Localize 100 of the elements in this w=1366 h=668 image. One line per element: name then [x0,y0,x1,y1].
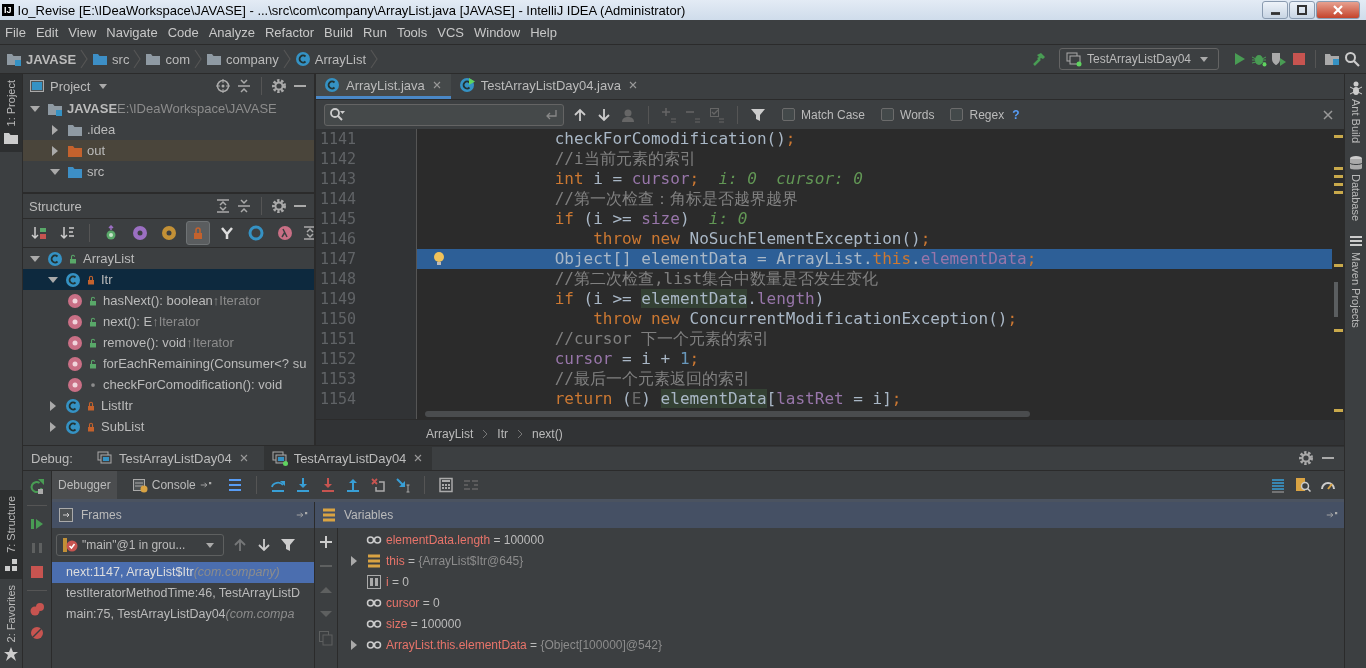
breadcrumb[interactable]: src [92,51,130,67]
find-icon[interactable] [1295,477,1311,493]
stack-frame[interactable]: testIteratorMethodTime:46, TestArrayListD [52,583,314,604]
run-configuration-dropdown[interactable]: TestArrayListDay04 [1058,48,1219,70]
breadcrumb[interactable]: ArrayList [426,426,474,441]
settings-icon[interactable] [271,78,287,94]
panel-title[interactable]: Project [50,78,91,94]
expand-all-icon[interactable] [302,225,314,241]
editor-tab[interactable]: TestArrayListDay04.java [450,74,647,99]
settings-icon[interactable] [271,198,287,214]
debug-session-tab[interactable]: TestArrayListDay04 [263,446,433,470]
expand-all-icon[interactable] [215,198,231,214]
tree-item[interactable]: out [23,140,314,161]
step-out-icon[interactable] [344,477,361,493]
checkbox[interactable] [950,108,964,121]
breadcrumb[interactable]: JAVASE [6,51,77,67]
run-to-cursor-icon[interactable] [394,477,411,493]
tool-window-tab[interactable]: 7: Structure [0,489,22,579]
menu-item[interactable]: Tools [391,24,433,40]
stack-frame[interactable]: next:1147, ArrayList$Itr(com.company) [52,562,314,583]
tool-window-tab[interactable]: Ant Build [1345,74,1366,150]
filter-icon[interactable] [280,537,296,553]
menu-item[interactable]: View [63,24,102,40]
breadcrumb[interactable]: next() [532,426,563,441]
layout-icon[interactable] [1270,477,1286,493]
lightbulb-icon[interactable] [431,251,447,267]
folder-grid-icon[interactable] [1324,51,1340,67]
calculator-icon[interactable] [437,477,454,493]
menu-item[interactable]: Edit [30,24,64,40]
tree-item[interactable]: checkForComodification(): void [23,374,314,395]
tree-item[interactable]: forEachRemaining(Consumer<? su [23,353,314,374]
find-option[interactable]: Words [881,107,935,122]
force-step-into-icon[interactable] [319,477,336,493]
checkbox[interactable] [881,108,895,121]
mute-breakpoints-icon[interactable] [29,625,45,641]
down-arrow-icon[interactable] [596,106,612,123]
menu-item[interactable]: VCS [432,24,469,40]
breadcrumb[interactable]: company [206,51,279,67]
search-field[interactable] [324,103,564,126]
rerun-icon[interactable] [29,479,45,495]
menu-item[interactable]: Analyze [203,24,260,40]
collapse-icon[interactable] [236,78,252,94]
tool-window-tab[interactable]: Maven Projects [1345,227,1366,334]
settings-icon[interactable] [1298,450,1314,466]
menu-item[interactable]: Build [319,24,358,40]
coverage-icon[interactable] [1271,51,1287,67]
debugger-tab[interactable]: Console [125,471,218,499]
stack-frame[interactable]: main:75, TestArrayListDay04(com.compa [52,604,314,625]
tool-window-tab[interactable]: 1: Project [0,74,22,153]
find-option[interactable]: Regex [950,107,1005,122]
breadcrumb[interactable]: ArrayList [294,51,367,67]
breakpoints-icon[interactable] [29,601,45,617]
add-icon[interactable] [318,534,334,550]
breadcrumb[interactable]: com [145,51,190,67]
horizontal-scrollbar[interactable] [425,411,1030,417]
tool-window-tab[interactable]: Database [1345,149,1366,228]
menu-item[interactable]: Window [468,24,526,40]
breadcrumb[interactable]: Itr [497,426,508,441]
menu-item[interactable]: Help [525,24,562,40]
stop-icon[interactable] [29,564,45,580]
menu-item[interactable]: Run [358,24,392,40]
tool-window-tab[interactable]: 2: Favorites [0,578,22,668]
collapse-icon[interactable] [236,198,252,214]
search-icon[interactable] [329,106,345,123]
menu-item[interactable]: Code [162,24,204,40]
toggle-button[interactable] [186,221,210,245]
help-link[interactable]: ? [1012,107,1020,122]
editor-tab[interactable]: ArrayList.java [316,74,451,99]
tree-item[interactable]: src [23,161,314,182]
locate-icon[interactable] [215,78,231,94]
minimize-button[interactable] [1262,1,1288,19]
menu-item[interactable]: Refactor [259,24,320,40]
tree-item[interactable]: ArrayList [23,248,314,269]
drop-frame-icon[interactable] [369,477,386,493]
resume-icon[interactable] [29,516,45,532]
tree-item[interactable]: JAVASEE:\IDeaWorkspace\JAVASE [23,98,314,119]
maximize-button[interactable] [1289,1,1315,19]
tree-item[interactable]: ListItr [23,395,314,416]
up-arrow-icon[interactable] [572,106,588,123]
tree-item[interactable]: .idea [23,119,314,140]
stop-icon[interactable] [1291,51,1307,67]
tree-item[interactable]: SubList [23,416,314,437]
down-arrow-icon[interactable] [256,537,272,553]
menu-icon[interactable] [226,477,243,493]
tree-item[interactable]: remove(): void↑Iterator [23,332,314,353]
menu-item[interactable]: File [0,24,31,40]
close-button[interactable] [1316,1,1360,19]
find-option[interactable]: Match Case [782,107,866,122]
menu-item[interactable]: Navigate [101,24,163,40]
search-icon[interactable] [1344,51,1360,67]
thread-dropdown[interactable]: "main"@1 in grou... [56,534,224,556]
tree-item[interactable]: next(): E↑Iterator [23,311,314,332]
tree-item[interactable]: Itr [23,269,314,290]
debugger-tab[interactable]: Debugger [52,471,117,499]
fork-icon [219,225,235,241]
checkbox[interactable] [782,108,795,121]
filter-icon[interactable] [750,106,766,123]
tree-item[interactable]: hasNext(): boolean↑Iterator [23,290,314,311]
step-into-icon[interactable] [294,477,311,493]
debug-session-tab[interactable]: TestArrayListDay04 [88,446,258,470]
